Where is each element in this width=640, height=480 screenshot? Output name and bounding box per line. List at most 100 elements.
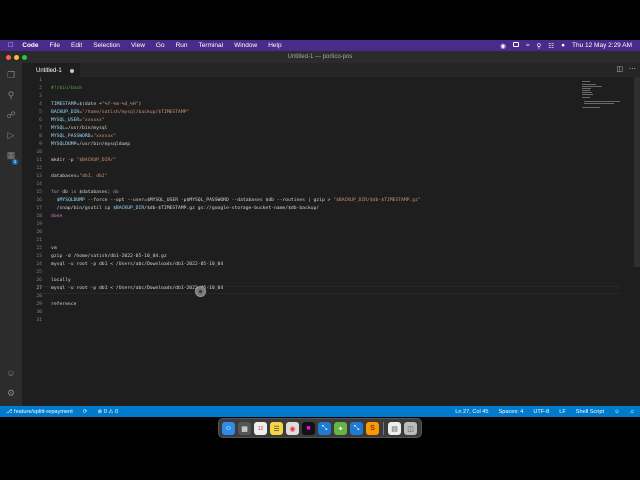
cursor-position[interactable]: Ln 27, Col 45 (455, 409, 488, 415)
line-number: 28 (36, 294, 42, 299)
vscode-alt-icon[interactable]: ⤡ (350, 422, 363, 435)
problems-counter[interactable]: ⊗ 0 ⚠ 0 (97, 409, 118, 415)
menu-go[interactable]: Go (156, 42, 165, 49)
code-line[interactable]: databases="db1, db2" (51, 174, 107, 179)
code-line[interactable]: locally (51, 278, 71, 283)
chrome-icon[interactable]: ◉ (286, 422, 299, 435)
launchpad-icon[interactable]: ▦ (238, 422, 251, 435)
siri-icon[interactable]: ● (561, 42, 565, 49)
tab-untitled-1[interactable]: Untitled-1 (22, 63, 80, 77)
editor-actions: ◫ ⋯ (616, 65, 636, 73)
app-menu[interactable]: Code (22, 42, 38, 49)
calendar-icon[interactable]: 12 (254, 422, 267, 435)
code-line[interactable]: TIMESTAMP=$(date +"%Y-%m-%d_%H") (51, 102, 141, 107)
line-number: 21 (36, 238, 42, 243)
trash-icon[interactable]: ◫ (404, 422, 417, 435)
settings-gear-icon[interactable]: ⚙ (5, 387, 17, 399)
maps-icon[interactable]: ✦ (334, 422, 347, 435)
close-window-icon[interactable] (6, 54, 11, 60)
code-line[interactable]: /snap/bin/gsutil cp $BACKUP_DIR/$db-$TIM… (51, 206, 319, 211)
intellij-icon[interactable]: ■ (302, 422, 315, 435)
line-number: 22 (36, 246, 42, 251)
encoding[interactable]: UTF-8 (533, 409, 549, 415)
line-number: 19 (36, 222, 42, 227)
run-debug-icon[interactable]: ▷ (5, 129, 17, 141)
sync-icon[interactable]: ⟳ (83, 409, 88, 415)
clock[interactable]: Thu 12 May 2:29 AM (572, 42, 632, 49)
code-line[interactable]: MYSQL=/usr/bin/mysql (51, 126, 107, 131)
end-of-line[interactable]: LF (559, 409, 566, 415)
git-branch-label: feature/splitt-repayment (14, 408, 73, 415)
menu-help[interactable]: Help (268, 42, 281, 49)
git-branch[interactable]: ⎇ feature/splitt-repayment (6, 409, 73, 415)
code-line[interactable]: reference (51, 302, 76, 307)
code-line[interactable]: $MYSQLDUMP --force --opt --user=$MYSQL_U… (51, 198, 421, 203)
unsaved-dot-icon[interactable] (70, 69, 74, 73)
menu-selection[interactable]: Selection (93, 42, 120, 49)
menu-run[interactable]: Run (176, 42, 188, 49)
line-number: 31 (36, 318, 42, 323)
line-number: 7 (39, 126, 42, 131)
record-icon[interactable]: ◉ (500, 42, 506, 50)
line-number: 20 (36, 230, 42, 235)
source-control-icon[interactable]: ☍ (5, 109, 17, 121)
window-title: Untitled-1 — portico-pos (287, 54, 353, 60)
macos-menubar:  Code File Edit Selection View Go Run T… (0, 40, 640, 51)
split-editor-icon[interactable]: ◫ (616, 65, 623, 73)
language-mode[interactable]: Shell Script (576, 409, 604, 415)
control-center-icon[interactable]: ☷ (548, 42, 554, 50)
menu-window[interactable]: Window (234, 42, 257, 49)
line-number: 12 (36, 166, 42, 171)
code-line[interactable]: mkdir -p "$BACKUP_DIR/" (51, 158, 116, 163)
feedback-icon[interactable]: ☺ (614, 409, 620, 415)
menu-edit[interactable]: Edit (71, 42, 82, 49)
battery-icon[interactable] (512, 42, 519, 49)
document-icon[interactable]: ▤ (388, 422, 401, 435)
code-line[interactable]: MYSQL_PASSWORD="xxxxxx" (51, 134, 116, 139)
maximize-window-icon[interactable] (22, 54, 27, 60)
menu-file[interactable]: File (50, 42, 60, 49)
line-number: 10 (36, 150, 42, 155)
finder-icon[interactable]: ☺ (222, 422, 235, 435)
vertical-scrollbar[interactable] (634, 77, 640, 267)
wifi-icon[interactable]: ≈ (526, 42, 530, 49)
code-line[interactable]: MYSQL_USER="xxxxxx" (51, 118, 105, 123)
line-number: 18 (36, 214, 42, 219)
notifications-icon[interactable]: ♫ (630, 409, 634, 415)
search-icon[interactable]: ⚲ (5, 89, 17, 101)
line-number: 30 (36, 310, 42, 315)
code-line[interactable]: BACKUP_DIR="/home/satish/mysql/backup/$T… (51, 110, 189, 115)
sublime-icon[interactable]: S (366, 422, 379, 435)
menu-terminal[interactable]: Terminal (199, 42, 224, 49)
minimize-window-icon[interactable] (14, 54, 19, 60)
code-line[interactable]: MYSQLDUMP=/usr/bin/mysqldump (51, 142, 130, 147)
code-line[interactable]: vm (51, 246, 57, 251)
line-number: 26 (36, 278, 42, 283)
indentation[interactable]: Spaces: 4 (499, 409, 524, 415)
mouse-cursor-indicator (195, 286, 206, 297)
apple-menu-icon[interactable]:  (8, 42, 13, 49)
vscode-icon[interactable]: ⤡ (318, 422, 331, 435)
account-icon[interactable]: ☺ (5, 367, 17, 379)
code-line[interactable]: mysql -u root -p db1 < /Users/abc/Downlo… (51, 262, 223, 267)
code-editor[interactable]: 1 2 3 4 5 6 7 8 9 10 11 12 13 14 15 16 17 18 19 20 21 22 23 24 2… (22, 77, 640, 406)
more-actions-icon[interactable]: ⋯ (629, 65, 636, 73)
line-number: 15 (36, 190, 42, 195)
tab-bar: Untitled-1 ◫ ⋯ (22, 63, 640, 77)
line-number: 23 (36, 254, 42, 259)
code-line[interactable]: gzip -d /home/satish/db1-2022-05-10_04.g… (51, 254, 167, 259)
line-number: 4 (39, 102, 42, 107)
line-number: 3 (39, 94, 42, 99)
activity-bar: ❐ ⚲ ☍ ▷ ▦ 1 ☺ ⚙ (0, 63, 22, 406)
menu-view[interactable]: View (131, 42, 145, 49)
explorer-icon[interactable]: ❐ (5, 69, 17, 81)
line-number: 8 (39, 134, 42, 139)
line-number: 6 (39, 118, 42, 123)
minimap[interactable] (582, 79, 622, 109)
code-line[interactable]: #!/bin/bash (51, 86, 82, 91)
notes-icon[interactable]: ☰ (270, 422, 283, 435)
line-number: 5 (39, 110, 42, 115)
search-icon[interactable]: ⚲ (536, 42, 541, 50)
code-line[interactable]: done (51, 214, 62, 219)
code-line[interactable]: for db in $databases; do (51, 190, 119, 195)
